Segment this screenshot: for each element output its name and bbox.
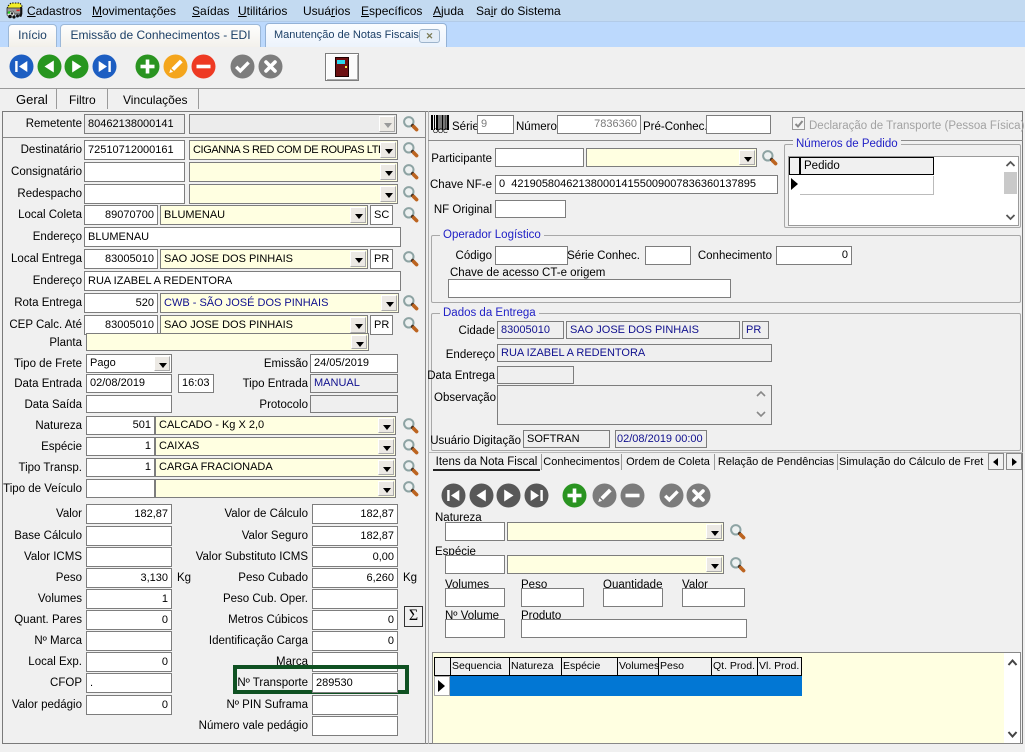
svg-text:OOC: OOC <box>433 128 448 133</box>
